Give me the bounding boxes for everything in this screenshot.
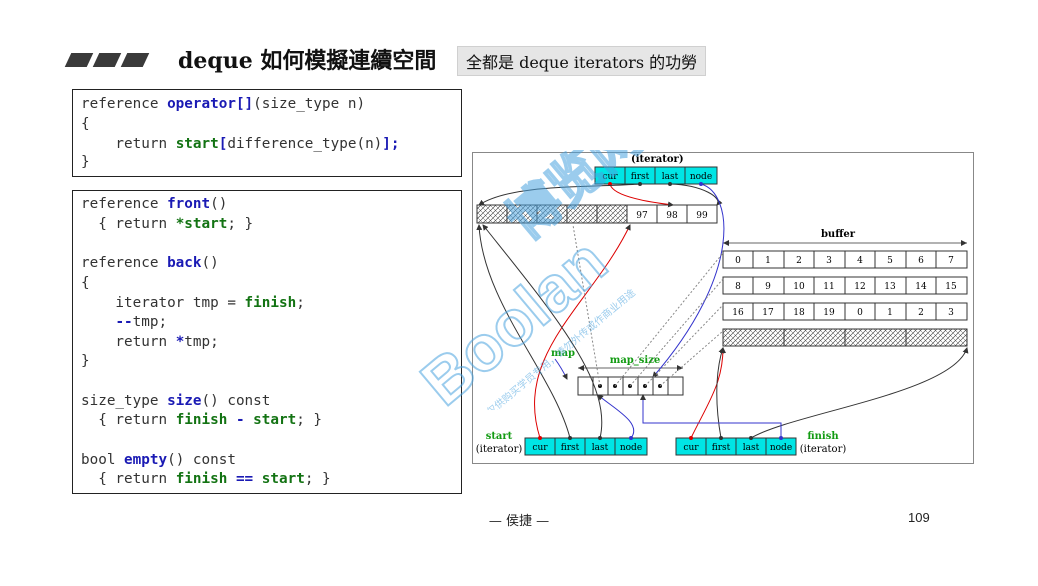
svg-text:first: first <box>712 443 731 453</box>
svg-text:1: 1 <box>887 308 893 318</box>
map-label: map <box>551 348 575 359</box>
map-size-label: map_size <box>610 355 661 366</box>
finish-iterator: cur first last node <box>675 436 797 456</box>
code-line: { return *start; } <box>81 216 254 232</box>
top-iterator: cur first last node <box>594 166 718 186</box>
code-line: bool empty() const <box>81 452 236 468</box>
svg-text:10: 10 <box>793 282 805 292</box>
code-line: reference front() <box>81 196 228 212</box>
start-iterator: cur first last node <box>524 436 648 456</box>
iter-field-first: first <box>631 172 650 182</box>
svg-text:11: 11 <box>823 282 834 292</box>
code-line: size_type size() const <box>81 393 271 409</box>
page-title: deque 如何模擬連續空間 <box>178 48 437 74</box>
code-line: { <box>81 116 90 132</box>
svg-text:19: 19 <box>823 308 835 318</box>
code-line: } <box>81 353 90 369</box>
svg-text:12: 12 <box>854 282 865 292</box>
code-block-accessors: reference front() { return *start; } ref… <box>72 190 462 494</box>
svg-text:3: 3 <box>948 308 954 318</box>
code-line: { <box>81 275 90 291</box>
svg-text:16: 16 <box>732 308 744 318</box>
buffer-row-1: 0 1 2 3 4 5 6 7 <box>722 250 968 269</box>
buffer-row-4-hatched <box>722 328 968 347</box>
svg-text:9: 9 <box>765 282 771 292</box>
page-subtitle: 全都是 deque iterators 的功勞 <box>457 46 707 76</box>
finish-sub-label: (iterator) <box>800 444 847 455</box>
svg-text:2: 2 <box>796 256 802 266</box>
code-line: reference operator[](size_type n) <box>81 96 366 112</box>
start-sub-label: (iterator) <box>476 444 523 455</box>
iter-field-node: node <box>690 172 712 182</box>
code-line: { return finish == start; } <box>81 471 331 487</box>
buffer-value: 99 <box>696 211 708 221</box>
code-line: iterator tmp = finish; <box>81 295 305 311</box>
svg-text:15: 15 <box>945 282 957 292</box>
svg-text:6: 6 <box>918 256 924 266</box>
svg-text:last: last <box>592 443 609 453</box>
svg-text:first: first <box>561 443 580 453</box>
svg-text:3: 3 <box>826 256 832 266</box>
code-line: return *tmp; <box>81 334 219 350</box>
page-number: 109 <box>908 510 930 525</box>
code-line: } <box>81 154 90 170</box>
header-decoration <box>64 52 152 71</box>
code-line: --tmp; <box>115 314 168 330</box>
code-line: { return finish - start; } <box>81 412 323 428</box>
iterator-label: (iterator) <box>631 154 684 165</box>
svg-text:node: node <box>620 443 642 453</box>
buffer-value: 97 <box>636 211 648 221</box>
svg-text:8: 8 <box>735 282 741 292</box>
svg-text:0: 0 <box>857 308 863 318</box>
svg-text:cur: cur <box>683 443 699 453</box>
svg-text:2: 2 <box>918 308 924 318</box>
svg-text:node: node <box>770 443 792 453</box>
svg-text:14: 14 <box>915 282 927 292</box>
svg-text:last: last <box>743 443 760 453</box>
start-label: start <box>486 431 513 442</box>
svg-text:4: 4 <box>857 256 863 266</box>
svg-text:7: 7 <box>948 256 954 266</box>
code-block-operator: reference operator[](size_type n) { retu… <box>72 89 462 177</box>
svg-text:18: 18 <box>793 308 805 318</box>
code-line: reference back() <box>81 255 219 271</box>
svg-text:0: 0 <box>735 256 741 266</box>
svg-text:cur: cur <box>532 443 548 453</box>
buffer-label: buffer <box>821 229 856 240</box>
footer-author: — 侯捷 — <box>488 514 550 529</box>
deque-structure-diagram: (iterator) cur first last node 97 98 99 … <box>472 152 974 464</box>
finish-label: finish <box>807 431 839 442</box>
buffer-row-2: 8 9 10 11 12 13 14 15 <box>722 276 968 295</box>
svg-text:17: 17 <box>762 308 774 318</box>
iter-field-last: last <box>662 172 679 182</box>
code-line: return start[difference_type(n)]; <box>81 136 400 152</box>
top-buffer: 97 98 99 <box>476 204 718 224</box>
svg-text:5: 5 <box>887 256 893 266</box>
buffer-value: 98 <box>666 211 678 221</box>
iter-field-cur: cur <box>602 172 618 182</box>
buffer-row-3: 16 17 18 19 0 1 2 3 <box>722 302 968 321</box>
svg-text:1: 1 <box>765 256 771 266</box>
svg-text:13: 13 <box>884 282 896 292</box>
